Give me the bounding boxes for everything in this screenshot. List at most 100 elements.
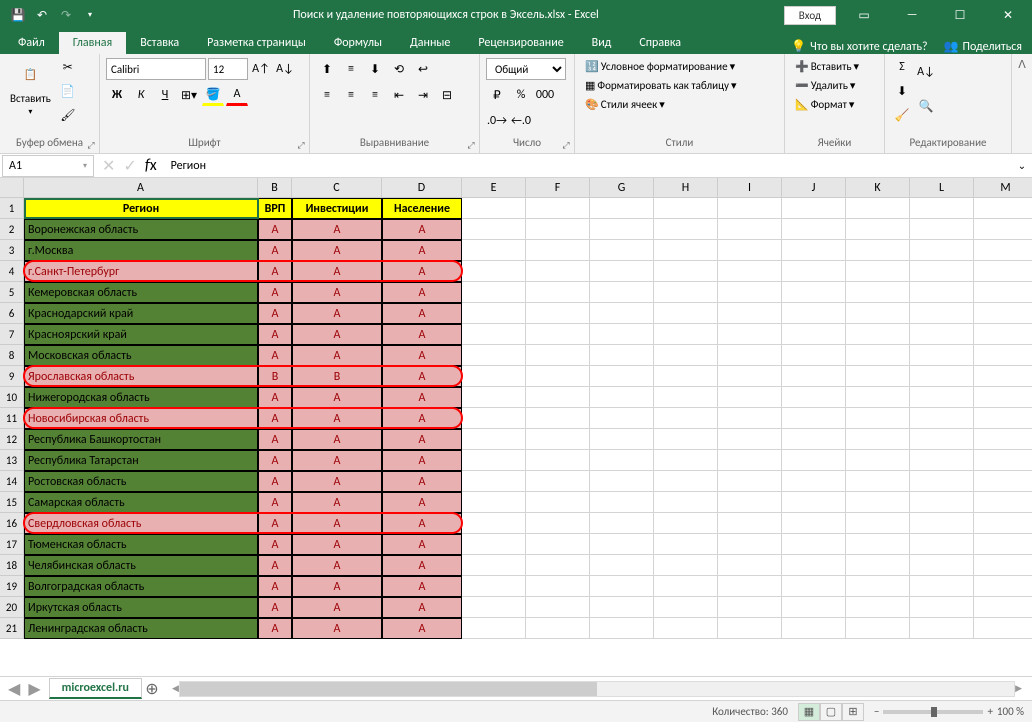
cell[interactable] xyxy=(910,219,974,240)
cell[interactable] xyxy=(654,219,718,240)
increase-indent-icon[interactable]: ⇥ xyxy=(412,84,434,106)
find-icon[interactable]: 🔍 xyxy=(915,90,937,122)
row-header[interactable]: 5 xyxy=(0,282,24,303)
cell[interactable] xyxy=(526,576,590,597)
align-middle-icon[interactable]: ≡ xyxy=(340,58,362,80)
cell[interactable] xyxy=(654,282,718,303)
cell[interactable] xyxy=(654,492,718,513)
data-cell[interactable]: A xyxy=(292,408,382,429)
cell[interactable] xyxy=(654,513,718,534)
cell[interactable] xyxy=(718,513,782,534)
data-cell[interactable]: A xyxy=(382,513,462,534)
decrease-indent-icon[interactable]: ⇤ xyxy=(388,84,410,106)
fill-icon[interactable]: ⬇ xyxy=(891,80,913,102)
region-cell[interactable]: Свердловская область xyxy=(24,513,258,534)
region-cell[interactable]: Нижегородская область xyxy=(24,387,258,408)
sheet-tab[interactable]: microexcel.ru xyxy=(49,678,142,699)
cell[interactable] xyxy=(782,366,846,387)
cell[interactable] xyxy=(654,366,718,387)
data-cell[interactable]: A xyxy=(382,555,462,576)
data-cell[interactable]: A xyxy=(258,450,292,471)
data-cell[interactable]: A xyxy=(382,240,462,261)
scroll-thumb[interactable] xyxy=(180,682,597,696)
cell[interactable] xyxy=(910,618,974,639)
cell[interactable] xyxy=(846,555,910,576)
cell[interactable] xyxy=(654,534,718,555)
cell[interactable] xyxy=(974,618,1032,639)
row-header[interactable]: 2 xyxy=(0,219,24,240)
align-top-icon[interactable]: ⬆ xyxy=(316,58,338,80)
tab-view[interactable]: Вид xyxy=(578,32,626,54)
cells-area[interactable]: РегионВРПИнвестицииНаселениеВоронежская … xyxy=(24,198,1032,639)
cell[interactable] xyxy=(974,576,1032,597)
data-cell[interactable]: A xyxy=(292,324,382,345)
row-header[interactable]: 13 xyxy=(0,450,24,471)
data-cell[interactable]: A xyxy=(258,345,292,366)
cell[interactable] xyxy=(590,240,654,261)
data-cell[interactable]: A xyxy=(382,408,462,429)
autosum-icon[interactable]: Σ xyxy=(891,56,913,78)
cell[interactable] xyxy=(526,555,590,576)
header-cell[interactable]: Население xyxy=(382,198,462,219)
cell[interactable] xyxy=(910,555,974,576)
row-header[interactable]: 14 xyxy=(0,471,24,492)
cell[interactable] xyxy=(654,597,718,618)
delete-cells-button[interactable]: ➖Удалить ▾ xyxy=(791,77,859,94)
cell[interactable] xyxy=(974,345,1032,366)
data-cell[interactable]: A xyxy=(258,492,292,513)
redo-icon[interactable]: ↷ xyxy=(56,5,76,25)
scroll-left-icon[interactable]: ◀ xyxy=(172,683,179,694)
cell[interactable] xyxy=(782,387,846,408)
cell[interactable] xyxy=(718,534,782,555)
cell[interactable] xyxy=(974,597,1032,618)
data-cell[interactable]: A xyxy=(292,387,382,408)
data-cell[interactable]: A xyxy=(258,303,292,324)
cell[interactable] xyxy=(462,408,526,429)
cell[interactable] xyxy=(846,513,910,534)
data-cell[interactable]: A xyxy=(292,303,382,324)
row-header[interactable]: 17 xyxy=(0,534,24,555)
font-color-icon[interactable]: A xyxy=(226,84,248,106)
cell[interactable] xyxy=(526,324,590,345)
col-header[interactable]: J xyxy=(782,178,846,198)
cell[interactable] xyxy=(590,408,654,429)
cell[interactable] xyxy=(974,555,1032,576)
underline-button[interactable]: Ч xyxy=(154,84,176,106)
share-button[interactable]: 👥Поделиться xyxy=(944,39,1022,54)
increase-decimal-icon[interactable]: .0→ xyxy=(486,110,508,132)
region-cell[interactable]: Иркутская область xyxy=(24,597,258,618)
cell[interactable] xyxy=(910,387,974,408)
cell[interactable] xyxy=(718,492,782,513)
decrease-font-icon[interactable]: A↓ xyxy=(274,58,296,80)
region-cell[interactable]: Ростовская область xyxy=(24,471,258,492)
data-cell[interactable]: A xyxy=(292,513,382,534)
cell[interactable] xyxy=(590,471,654,492)
cell[interactable] xyxy=(462,366,526,387)
cell[interactable] xyxy=(782,324,846,345)
cell[interactable] xyxy=(590,303,654,324)
col-header[interactable]: C xyxy=(292,178,382,198)
region-cell[interactable]: г.Москва xyxy=(24,240,258,261)
cell[interactable] xyxy=(718,555,782,576)
cell[interactable] xyxy=(718,450,782,471)
cell[interactable] xyxy=(526,429,590,450)
data-cell[interactable]: A xyxy=(258,534,292,555)
paste-button[interactable]: 📋 Вставить ▾ xyxy=(6,56,55,119)
cell[interactable] xyxy=(590,513,654,534)
cell[interactable] xyxy=(782,303,846,324)
expand-formula-icon[interactable]: ⌄ xyxy=(1012,159,1032,172)
tell-me[interactable]: 💡Что вы хотите сделать? xyxy=(791,39,927,54)
region-cell[interactable]: Республика Башкортостан xyxy=(24,429,258,450)
cell[interactable] xyxy=(846,492,910,513)
cell[interactable] xyxy=(526,492,590,513)
cell[interactable] xyxy=(974,429,1032,450)
cell[interactable] xyxy=(526,261,590,282)
cell[interactable] xyxy=(846,219,910,240)
data-cell[interactable]: A xyxy=(382,576,462,597)
cell[interactable] xyxy=(974,408,1032,429)
undo-icon[interactable]: ↶ xyxy=(32,5,52,25)
cell[interactable] xyxy=(910,576,974,597)
cell[interactable] xyxy=(782,408,846,429)
maximize-icon[interactable]: ☐ xyxy=(940,0,980,30)
cell[interactable] xyxy=(462,198,526,219)
